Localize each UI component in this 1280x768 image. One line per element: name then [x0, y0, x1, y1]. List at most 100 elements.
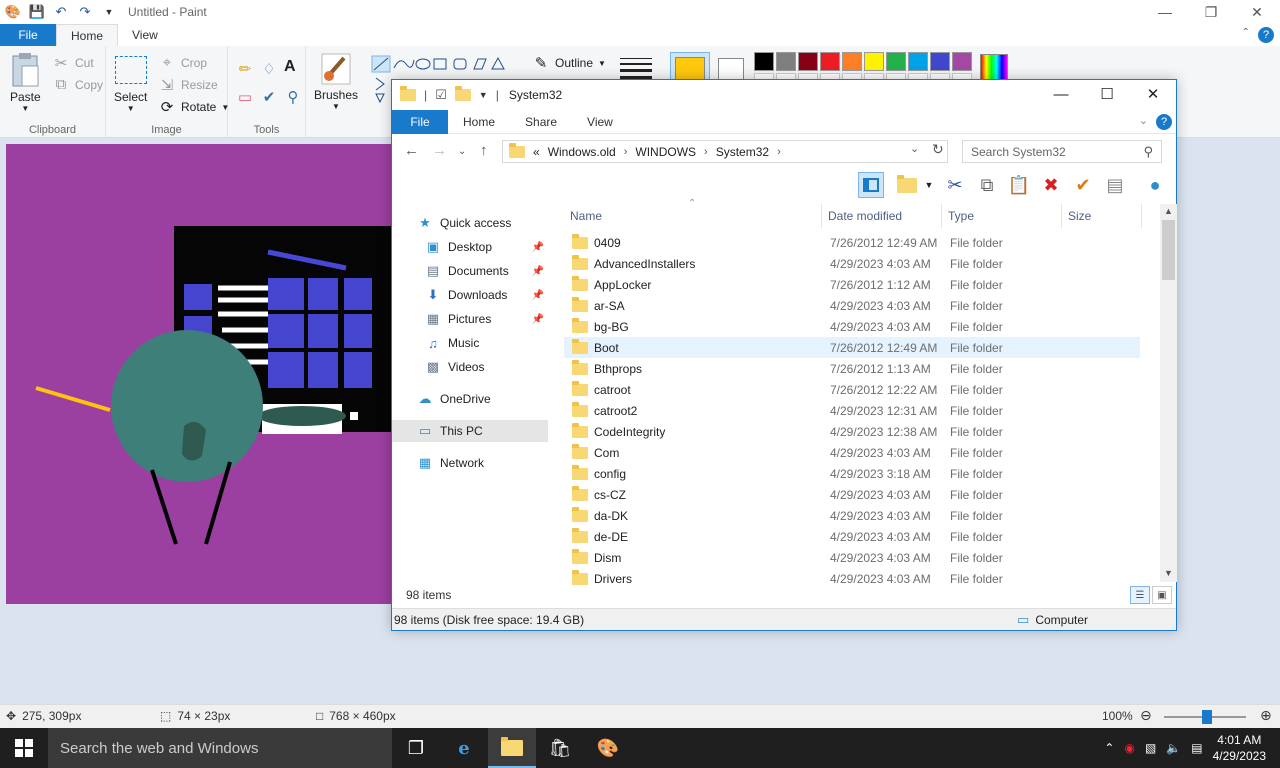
refresh-icon[interactable]: ↻	[932, 141, 944, 158]
paint-tab-home[interactable]: Home	[56, 24, 119, 46]
palette-swatch[interactable]	[776, 52, 796, 71]
palette-swatch[interactable]	[930, 52, 950, 71]
pin-icon[interactable]: 📌	[532, 242, 544, 253]
table-row[interactable]: CodeIntegrity 4/29/2023 12:38 AM File fold…	[564, 421, 1140, 442]
large-icons-view-icon[interactable]: ▣	[1152, 586, 1172, 604]
address-dropdown-icon[interactable]: ⌄	[910, 142, 919, 155]
paint-tab-file[interactable]: File	[0, 24, 56, 46]
address-bar[interactable]: « Windows.old › WINDOWS › System32 ›	[502, 140, 948, 163]
column-header-size[interactable]: Size	[1062, 204, 1142, 228]
crop-button[interactable]: ⌖ Crop	[158, 54, 207, 71]
explorer-close-button[interactable]: ✕	[1130, 80, 1176, 108]
qa-dropdown-icon[interactable]: ▼	[479, 90, 488, 100]
table-row[interactable]: config 4/29/2023 3:18 AM File folder	[564, 463, 1140, 484]
fill-icon[interactable]: ♢	[260, 60, 278, 78]
table-row[interactable]: de-DE 4/29/2023 4:03 AM File folder	[564, 526, 1140, 547]
cut-button[interactable]: ✂ Cut	[52, 54, 94, 72]
properties-icon[interactable]: ▤	[1102, 172, 1128, 198]
table-row[interactable]: Dism 4/29/2023 4:03 AM File folder	[564, 547, 1140, 568]
table-row[interactable]: da-DK 4/29/2023 4:03 AM File folder	[564, 505, 1140, 526]
breadcrumb-windows[interactable]: WINDOWS	[635, 145, 696, 159]
table-row[interactable]: cs-CZ 4/29/2023 4:03 AM File folder	[564, 484, 1140, 505]
select-button[interactable]: Select ▼	[114, 52, 147, 113]
chevron-right-icon[interactable]: ›	[777, 146, 781, 158]
nav-item-music[interactable]: ♫ Music	[392, 332, 548, 354]
paste-icon[interactable]: 📋	[1006, 172, 1032, 198]
nav-item-documents[interactable]: ▤ Documents 📌	[392, 260, 548, 282]
nav-item-desktop[interactable]: ▣ Desktop 📌	[392, 236, 548, 258]
zoom-slider-thumb[interactable]	[1202, 710, 1212, 724]
table-row[interactable]: Drivers 4/29/2023 4:03 AM File folder	[564, 568, 1140, 589]
palette-swatch[interactable]	[886, 52, 906, 71]
paint-help-icon[interactable]: ?	[1258, 27, 1274, 43]
explorer-tab-share[interactable]: Share	[510, 110, 572, 134]
table-row[interactable]: Bthprops 7/26/2012 1:13 AM File folder	[564, 358, 1140, 379]
volume-muted-icon[interactable]: 🔈	[1166, 741, 1181, 755]
palette-swatch[interactable]	[864, 52, 884, 71]
table-row[interactable]: AdvancedInstallers 4/29/2023 4:03 AM File …	[564, 253, 1140, 274]
zoom-in-button[interactable]: ⊕	[1260, 707, 1272, 724]
new-folder-dropdown-icon[interactable]: ▼	[922, 172, 936, 198]
nav-item-pictures[interactable]: ▦ Pictures 📌	[392, 308, 548, 330]
explorer-tab-view[interactable]: View	[572, 110, 628, 134]
paint-close-button[interactable]: ✕	[1234, 0, 1280, 24]
action-center-icon[interactable]: ▤	[1191, 741, 1202, 755]
pin-icon[interactable]: 📌	[532, 314, 544, 325]
task-view-icon[interactable]: ❐	[392, 728, 440, 768]
eraser-icon[interactable]: ▭	[236, 88, 254, 106]
details-view-icon[interactable]: ☰	[1130, 586, 1150, 604]
network-status-icon[interactable]: ▧	[1145, 741, 1156, 755]
scrollbar-thumb[interactable]	[1162, 220, 1175, 280]
scroll-up-icon[interactable]: ▲	[1164, 206, 1173, 216]
edge-browser-icon[interactable]: e	[440, 728, 488, 768]
security-icon[interactable]: ◉	[1124, 741, 1134, 755]
resize-grip[interactable]	[1090, 609, 1176, 631]
table-row[interactable]: catroot2 4/29/2023 12:31 AM File folder	[564, 400, 1140, 421]
table-row[interactable]: 0409 7/26/2012 12:49 AM File folder	[564, 232, 1140, 253]
expand-ribbon-icon[interactable]: ⌄	[1139, 114, 1148, 127]
pin-icon[interactable]: 📌	[532, 266, 544, 277]
table-row[interactable]: AppLocker 7/26/2012 1:12 AM File folder	[564, 274, 1140, 295]
size-button[interactable]	[620, 58, 652, 80]
redo-icon[interactable]: ↷	[76, 4, 94, 20]
rename-check-icon[interactable]: ✔	[1070, 172, 1096, 198]
back-arrow-icon[interactable]: ←	[404, 142, 419, 159]
brushes-button[interactable]: Brushes ▼	[314, 52, 358, 111]
save-icon[interactable]: 💾	[28, 4, 46, 20]
minimize-ribbon-icon[interactable]: ⌃	[1242, 27, 1250, 38]
delete-icon[interactable]: ✖	[1038, 172, 1064, 198]
forward-arrow-icon[interactable]: →	[432, 142, 447, 159]
paste-button[interactable]: Paste ▼	[10, 52, 41, 113]
column-header-type[interactable]: Type	[942, 204, 1062, 228]
search-input[interactable]: Search System32 ⚲	[962, 140, 1162, 163]
palette-swatch[interactable]	[754, 52, 774, 71]
palette-swatch[interactable]	[908, 52, 928, 71]
file-list-scrollbar[interactable]: ▲ ▼	[1160, 204, 1177, 582]
pin-icon[interactable]: 📌	[532, 290, 544, 301]
chevron-right-icon[interactable]: ›	[624, 146, 628, 158]
store-icon[interactable]: 🛍	[536, 728, 584, 768]
outline-button[interactable]: ✎ Outline ▼	[532, 54, 606, 72]
new-folder-icon[interactable]	[894, 172, 920, 198]
nav-item-onedrive[interactable]: ☁ OneDrive	[392, 388, 548, 410]
clock[interactable]: 4:01 AM 4/29/2023	[1213, 732, 1266, 764]
file-explorer-taskbar-icon[interactable]	[488, 728, 536, 768]
preview-pane-icon[interactable]	[858, 172, 884, 198]
scroll-down-icon[interactable]: ▼	[1164, 568, 1173, 578]
explorer-maximize-button[interactable]: ☐	[1084, 80, 1130, 108]
explorer-help-icon[interactable]: ?	[1156, 114, 1172, 130]
network-globe-icon[interactable]: ●	[1142, 172, 1168, 198]
table-row[interactable]: ar-SA 4/29/2023 4:03 AM File folder	[564, 295, 1140, 316]
resize-button[interactable]: ⇲ Resize	[158, 76, 218, 94]
copy-icon[interactable]: ⧉	[974, 172, 1000, 198]
nav-item-this-pc[interactable]: ▭ This PC	[392, 420, 548, 442]
address-overflow[interactable]: «	[533, 145, 540, 159]
paint-restore-button[interactable]: ❐	[1188, 0, 1234, 24]
new-folder-qa-icon[interactable]	[454, 86, 471, 101]
explorer-tab-home[interactable]: Home	[448, 110, 510, 134]
taskbar-search-box[interactable]: Search the web and Windows	[48, 728, 392, 768]
paint-tab-view[interactable]: View	[118, 24, 172, 46]
table-row[interactable]: bg-BG 4/29/2023 4:03 AM File folder	[564, 316, 1140, 337]
paint-canvas[interactable]	[6, 144, 392, 604]
edit-colors-icon[interactable]	[980, 54, 1008, 82]
